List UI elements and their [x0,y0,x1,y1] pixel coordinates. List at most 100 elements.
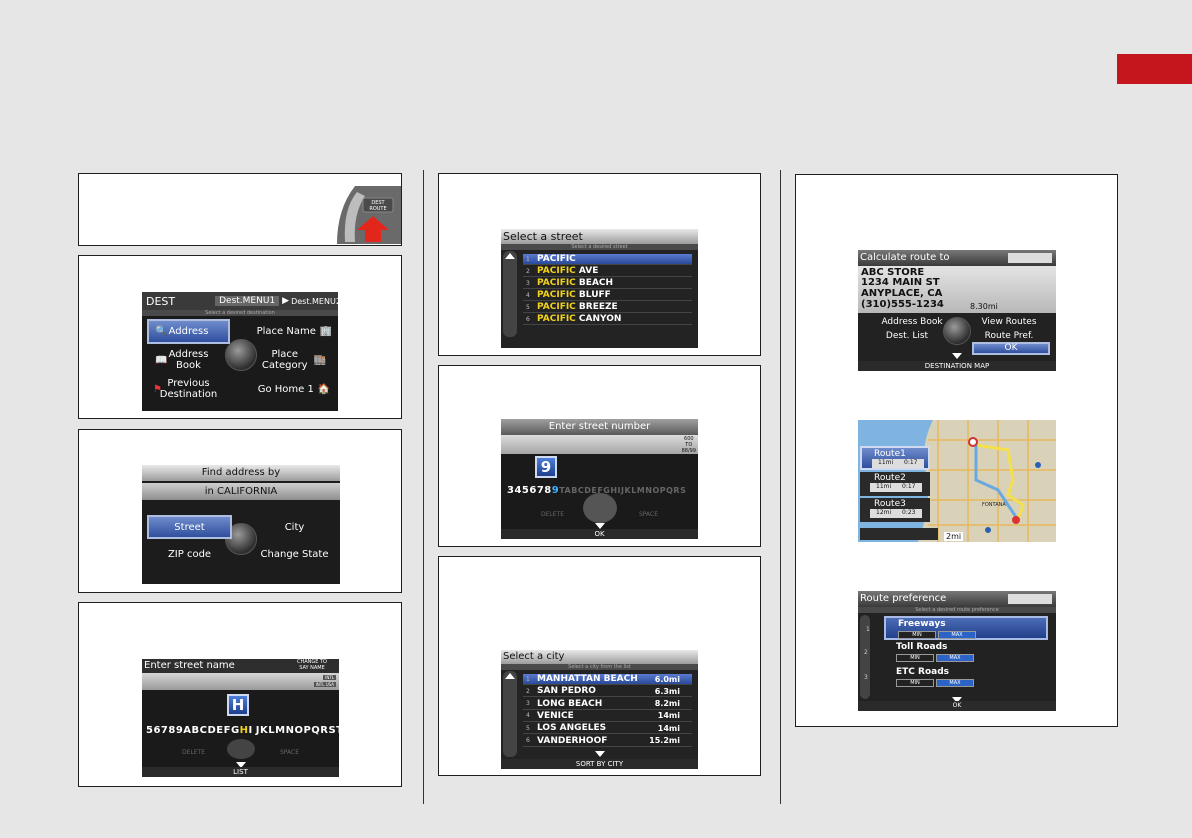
preference-name: ETC Roads [896,667,950,677]
city-row[interactable]: 4 VENICE 14mi [523,711,692,722]
route-preference-row[interactable]: 1 Freeways MIN MAX [866,616,1048,640]
preference-max[interactable]: MAX [936,654,974,662]
number-range: 600 TO 88/99 [681,436,696,454]
street-row[interactable]: 2 PACIFIC AVE [523,266,692,277]
street-suffix: AVE [575,266,599,276]
dest-title: DEST [146,294,176,308]
address-book-button[interactable]: 📖 Address Book [147,347,230,373]
city-row[interactable]: 6 VANDERHOOF 15.2mi [523,736,692,747]
ok-button[interactable]: OK [501,529,698,539]
state-label: in CALIFORNIA [142,483,340,500]
scroll-bar[interactable] [503,671,517,757]
route-preference-screen: Route preference Select a desired route … [858,591,1056,711]
route-icons [1008,253,1052,263]
home-icon: 🏠 [317,383,331,395]
address-book-button[interactable]: Address Book [878,316,946,328]
row-number: 5 [526,303,530,311]
view-routes-button[interactable]: View Routes [978,316,1040,328]
city-distance: 6.0mi [654,674,680,684]
city-distance: 14mi [657,723,680,733]
ok-button[interactable]: OK [858,701,1056,711]
city-name: LOS ANGELES [537,723,607,734]
go-home-button[interactable]: Go Home 1 🏠 [254,376,334,402]
space-button[interactable]: SPACE [280,749,299,756]
preference-min[interactable]: MIN [896,654,934,662]
step-panel-street-number: Enter street number 600 TO 88/99 9 34567… [438,365,761,547]
selected-digit-key[interactable]: 9 [535,456,557,478]
interface-dial-icon [943,317,971,345]
street-row[interactable]: 4 PACIFIC BLUFF [523,290,692,301]
row-number: 1 [526,255,530,263]
street-row[interactable]: 6 PACIFIC CANYON [523,314,692,325]
scroll-bar[interactable] [503,251,517,337]
map-arrow-icon [952,353,962,359]
previous-destination-button[interactable]: ⚑ Previous Destination [147,375,230,403]
sort-by-city-button[interactable]: SORT BY CITY [501,759,698,769]
preference-min[interactable]: MIN [898,631,936,639]
space-button[interactable]: SPACE [639,511,658,518]
address-button[interactable]: 🔍 Address [147,319,230,344]
sort-arrow-icon [595,751,605,757]
route-option[interactable]: Route3 12mi 0:23 [860,498,930,522]
place-category-button[interactable]: Place Category 🏬 [254,347,334,373]
city-button[interactable]: City [252,515,337,539]
street-prefix: PACIFIC [537,278,576,288]
street-button[interactable]: Street [147,515,232,539]
row-number: 4 [526,291,530,299]
delete-button[interactable]: DELETE [182,749,205,756]
destination-map-button[interactable]: DESTINATION MAP [858,361,1056,371]
city-row[interactable]: 5 LOS ANGELES 14mi [523,723,692,735]
zip-code-button[interactable]: ZIP code [147,543,232,565]
map-city-label: FONTANA [982,502,1006,508]
city-row[interactable]: 3 LONG BEACH 8.2mi [523,699,692,710]
preference-max[interactable]: MAX [938,631,976,639]
column-divider [423,170,424,804]
dest-route-button-image: DEST ROUTE [335,184,401,244]
route-preference-row[interactable]: 3 ETC Roads MIN MAX [864,666,1048,690]
city-name: VENICE [537,710,574,721]
city-distance: 15.2mi [649,736,680,745]
street-prefix: PACIFIC [537,266,576,276]
city-row[interactable]: 2 SAN PEDRO 6.3mi [523,686,692,698]
route-icons [1008,594,1052,604]
find-address-title: Find address by [142,465,340,481]
preference-max[interactable]: MAX [936,679,974,687]
change-to-say-name-button[interactable]: CHANGE TO SAY NAME [297,659,327,671]
route-preference-hint: Select a desired route preference [858,607,1056,613]
place-name-button[interactable]: Place Name 🏢 [252,319,337,344]
list-button[interactable]: LIST [142,767,339,777]
street-prefix: PACIFIC [537,290,576,300]
street-row[interactable]: 5 PACIFIC BREEZE [523,302,692,313]
section-tab-marker [1117,54,1192,84]
street-number-screen: Enter street number 600 TO 88/99 9 34567… [501,419,698,539]
ver-indicator-1: INTL [323,675,336,680]
street-row[interactable]: 1 PACIFIC [523,254,692,265]
ok-button[interactable]: OK [972,342,1050,355]
preference-number: 3 [864,674,868,681]
route-preference-row[interactable]: 2 Toll Roads MIN MAX [864,641,1048,665]
route-pref-button[interactable]: Route Pref. [978,330,1040,342]
character-wheel[interactable]: 56789ABCDEFGHIJKLMNOPQRSTU [146,725,339,736]
route-option[interactable]: Route1 11mi 0:17 [860,446,930,470]
route-option[interactable]: Route2 11mi 0:17 [860,472,930,496]
building-icon: 🏢 [319,326,333,337]
tab-dest-menu2[interactable]: Dest.MENU2 [291,297,338,306]
row-number: 6 [526,737,530,744]
street-row[interactable]: 3 PACIFIC BEACH [523,278,692,289]
calculate-route-title: Calculate route to [860,252,950,263]
city-row[interactable]: 1 MANHATTAN BEACH 6.0mi [523,674,692,685]
row-number: 6 [526,315,530,323]
city-name: VANDERHOOF [537,735,608,746]
preference-min[interactable]: MIN [896,679,934,687]
street-suffix: CANYON [575,314,622,324]
city-name: MANHATTAN BEACH [537,674,638,684]
change-state-button[interactable]: Change State [252,543,337,565]
dpad-icon [583,493,617,523]
find-address-screen: Find address by in CALIFORNIA Street Cit… [142,465,340,584]
row-number: 3 [526,279,530,287]
step-panel-select-street: Select a street Select a desired street … [438,173,761,356]
tab-dest-menu1[interactable]: Dest.MENU1 [215,296,280,306]
dest-list-button[interactable]: Dest. List [878,330,936,342]
delete-button[interactable]: DELETE [541,511,564,518]
selected-character-key[interactable]: H [227,694,249,716]
